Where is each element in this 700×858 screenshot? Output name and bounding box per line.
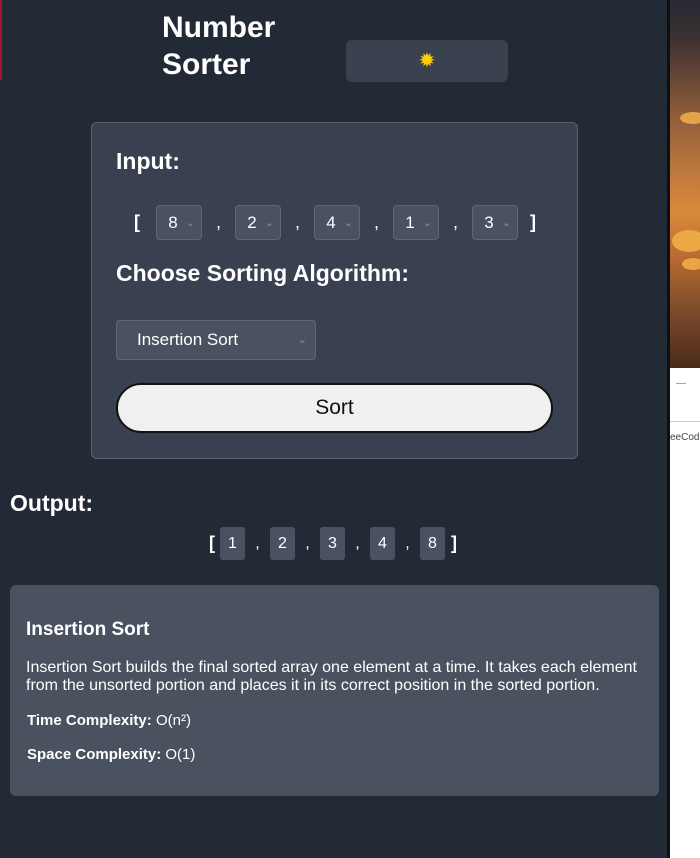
input-value-select-2[interactable]: 2 ⌄: [235, 205, 281, 240]
separator: ,: [255, 534, 260, 552]
sort-button[interactable]: Sort: [116, 383, 553, 433]
output-value-2: 2: [270, 527, 295, 560]
space-complexity-label: Space Complexity:: [27, 746, 162, 763]
chevron-down-icon: ⌄: [422, 217, 432, 229]
input-value-2: 2: [247, 212, 257, 232]
output-value-5: 8: [420, 527, 445, 560]
info-description: Insertion Sort builds the final sorted a…: [26, 659, 637, 694]
open-bracket: [: [209, 533, 215, 553]
chevron-down-icon: ⌄: [343, 217, 353, 229]
output-value-1: 1: [220, 527, 245, 560]
left-accent: [0, 0, 2, 80]
side-divider: [670, 421, 700, 422]
separator: ,: [305, 534, 310, 552]
page-title: Number Sorter: [162, 11, 276, 81]
chevron-down-icon: ⌄: [297, 334, 307, 346]
input-value-select-5[interactable]: 3 ⌄: [472, 205, 518, 240]
info-title: Insertion Sort: [26, 619, 150, 640]
separator: ,: [452, 212, 458, 232]
app-window: Number Sorter ✹ Input: [ 8 ⌄ , 2 ⌄ , 4 ⌄ , …: [0, 0, 667, 858]
algorithm-heading: Choose Sorting Algorithm:: [116, 260, 410, 286]
input-value-5: 3: [484, 212, 494, 232]
input-value-4: 1: [405, 212, 415, 232]
open-bracket: [: [134, 212, 140, 232]
chevron-down-icon: ⌄: [185, 217, 195, 229]
close-bracket: ]: [451, 533, 457, 553]
input-value-select-1[interactable]: 8 ⌄: [156, 205, 202, 240]
separator: ,: [294, 212, 300, 232]
separator: ,: [215, 212, 221, 232]
input-value-select-4[interactable]: 1 ⌄: [393, 205, 439, 240]
input-card: Input: [ 8 ⌄ , 2 ⌄ , 4 ⌄ , 1 ⌄ , 3 ⌄ ] Choose…: [91, 122, 578, 459]
output-array: [ 1 , 2 , 3 , 4 , 8 ]: [209, 527, 457, 560]
space-complexity: Space Complexity: O(1): [27, 746, 195, 763]
output-value-3: 3: [320, 527, 345, 560]
output-heading: Output:: [10, 490, 94, 516]
algorithm-select[interactable]: Insertion Sort ⌄: [116, 320, 316, 360]
time-complexity-label: Time Complexity:: [27, 712, 152, 729]
algorithm-selected-value: Insertion Sort: [137, 330, 239, 349]
time-complexity-value: O(n²): [155, 712, 191, 729]
side-text: eeCod: [670, 432, 700, 443]
time-complexity: Time Complexity: O(n²): [27, 712, 191, 729]
input-value-1: 8: [168, 212, 178, 232]
separator: ,: [355, 534, 360, 552]
theme-toggle-button[interactable]: ✹: [346, 40, 508, 82]
sunset-photo: [670, 0, 700, 368]
space-complexity-value: O(1): [165, 746, 196, 763]
input-array: [ 8 ⌄ , 2 ⌄ , 4 ⌄ , 1 ⌄ , 3 ⌄ ]: [134, 205, 536, 240]
side-dash: —: [676, 378, 686, 389]
input-heading: Input:: [116, 148, 180, 174]
input-value-select-3[interactable]: 4 ⌄: [314, 205, 360, 240]
algorithm-info-card: Insertion Sort Insertion Sort builds the…: [10, 585, 659, 796]
input-value-3: 4: [326, 212, 336, 232]
sun-icon: ✹: [418, 50, 436, 72]
separator: ,: [405, 534, 410, 552]
chevron-down-icon: ⌄: [501, 217, 511, 229]
output-value-4: 4: [370, 527, 395, 560]
close-bracket: ]: [530, 212, 536, 232]
separator: ,: [373, 212, 379, 232]
chevron-down-icon: ⌄: [264, 217, 274, 229]
background-window: — eeCod: [670, 0, 700, 858]
